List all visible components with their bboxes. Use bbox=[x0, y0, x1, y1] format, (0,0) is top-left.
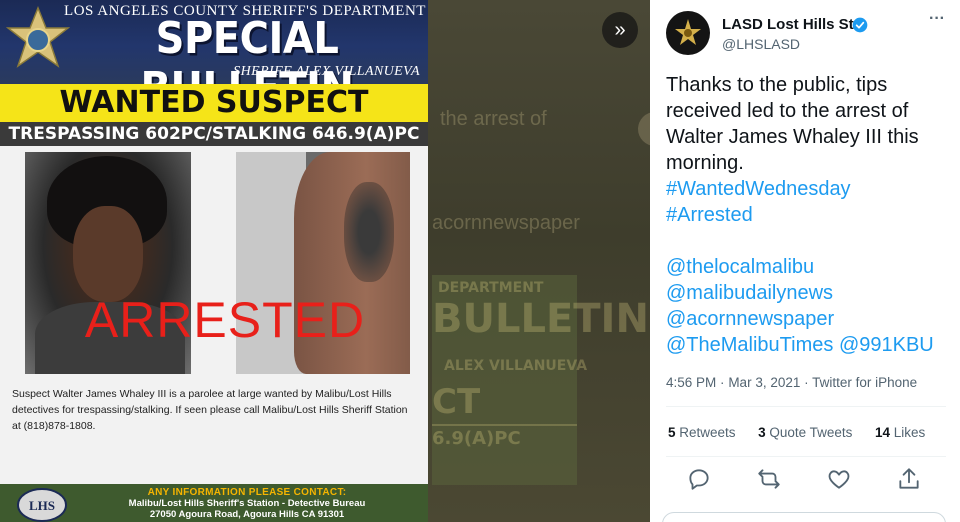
charge-banner: TRESPASSING 602PC/STALKING 646.9(A)PC bbox=[0, 122, 428, 146]
lhs-badge-text: LHS bbox=[29, 498, 55, 513]
ghost-text: CT bbox=[432, 382, 481, 422]
ghost-text: DEPARTMENT bbox=[438, 280, 544, 296]
mention-link[interactable]: @acornnewspaper bbox=[666, 306, 956, 332]
mention-line: @TheMalibuTimes @991KBU bbox=[666, 332, 956, 358]
tweet-time[interactable]: 4:56 PM bbox=[666, 375, 716, 390]
chevron-double-right-icon: » bbox=[614, 18, 626, 41]
ghost-text: ALEX VILLANUEVA bbox=[444, 358, 588, 374]
arrested-stamp: ARRESTED bbox=[84, 292, 366, 348]
tweet-text-line: morning. bbox=[666, 152, 744, 174]
verified-badge-icon bbox=[852, 17, 868, 33]
mention-link[interactable]: @malibudailynews bbox=[666, 280, 956, 306]
likes-count: 14 bbox=[874, 425, 890, 440]
author-name[interactable]: LASD Lost Hills Stn. bbox=[722, 16, 867, 33]
meta-separator: · bbox=[804, 375, 809, 390]
tweet-text-line: Thanks to the public, tips bbox=[666, 74, 888, 96]
mention-link[interactable]: @991KBU bbox=[839, 334, 934, 356]
quotes-count: 3 bbox=[758, 425, 766, 440]
ghost-text: BULLETIN bbox=[432, 296, 649, 342]
ghost-text: 6.9(A)PC bbox=[432, 428, 521, 449]
hashtag-link[interactable]: #Arrested bbox=[666, 202, 956, 228]
tweet-panel: LASD Lost Hills Stn. @LHSLASD ··· Thanks… bbox=[650, 0, 960, 522]
author-handle[interactable]: @LHSLASD bbox=[722, 36, 800, 52]
tweet-actions bbox=[664, 466, 936, 492]
expand-panel-button[interactable]: » bbox=[602, 12, 638, 48]
retweets-label: Retweets bbox=[679, 425, 736, 440]
tweet-stats: 5 Retweets 3 Quote Tweets 14 Likes bbox=[668, 425, 925, 440]
ghost-divider bbox=[432, 424, 577, 426]
share-icon[interactable] bbox=[896, 466, 922, 492]
meta-separator: · bbox=[720, 375, 725, 390]
divider bbox=[666, 406, 946, 407]
retweets-stat[interactable]: 5 Retweets bbox=[668, 425, 736, 440]
tweet-text: Thanks to the public, tips received led … bbox=[666, 72, 956, 358]
wanted-heading: WANTED SUSPECT bbox=[59, 85, 369, 120]
bulletin-image[interactable]: LOS ANGELES COUNTY SHERIFF'S DEPARTMENT … bbox=[0, 0, 428, 522]
more-options-icon[interactable]: ··· bbox=[926, 10, 948, 32]
likes-stat[interactable]: 14 Likes bbox=[875, 425, 925, 440]
ghost-text: the arrest of bbox=[440, 108, 547, 130]
sheriff-star-badge-icon bbox=[6, 6, 70, 68]
like-icon[interactable] bbox=[826, 466, 852, 492]
quotes-stat[interactable]: 3 Quote Tweets bbox=[758, 425, 852, 440]
tweet-text-line: received led to the arrest of bbox=[666, 100, 909, 122]
lhs-badge-icon: LHS bbox=[17, 488, 67, 522]
retweets-count: 5 bbox=[668, 425, 676, 440]
mention-link[interactable]: @TheMalibuTimes bbox=[666, 334, 833, 356]
contact-title: ANY INFORMATION PLEASE CONTACT: bbox=[147, 487, 347, 498]
tweet-text-line: Walter James Whaley III this bbox=[666, 126, 919, 148]
media-viewer: the arrest of acornnewspaper DEPARTMENT … bbox=[0, 0, 650, 522]
hashtag-link[interactable]: #WantedWednesday bbox=[666, 176, 956, 202]
avatar[interactable] bbox=[666, 11, 710, 55]
likes-label: Likes bbox=[893, 425, 926, 440]
reply-icon[interactable] bbox=[686, 466, 712, 492]
tweet-metadata: 4:56 PM · Mar 3, 2021 · Twitter for iPho… bbox=[666, 375, 917, 390]
sheriff-name: SHERIFF ALEX VILLANUEVA bbox=[233, 64, 420, 79]
mugshot-face bbox=[73, 206, 143, 302]
reply-composer[interactable] bbox=[662, 512, 946, 522]
sheriff-star-icon bbox=[675, 19, 701, 45]
wanted-banner: WANTED SUSPECT bbox=[0, 84, 428, 122]
tweet-media-viewer: the arrest of acornnewspaper DEPARTMENT … bbox=[0, 0, 960, 522]
tweet-source[interactable]: Twitter for iPhone bbox=[812, 375, 917, 390]
quotes-label: Quote Tweets bbox=[769, 425, 853, 440]
mention-link[interactable]: @thelocalmalibu bbox=[666, 254, 956, 280]
retweet-icon[interactable] bbox=[756, 466, 782, 492]
tweet-date[interactable]: Mar 3, 2021 bbox=[728, 375, 800, 390]
ghost-text: acornnewspaper bbox=[432, 212, 580, 234]
contact-address: 27050 Agoura Road, Agoura Hills CA 91301 bbox=[149, 509, 345, 520]
suspect-description: Suspect Walter James Whaley III is a par… bbox=[12, 388, 408, 432]
contact-station: Malibu/Lost Hills Sheriff's Station - De… bbox=[128, 498, 366, 509]
divider bbox=[666, 456, 946, 457]
charge-text: TRESPASSING 602PC/STALKING 646.9(A)PC bbox=[8, 124, 420, 144]
tattoo-mark bbox=[344, 182, 394, 282]
